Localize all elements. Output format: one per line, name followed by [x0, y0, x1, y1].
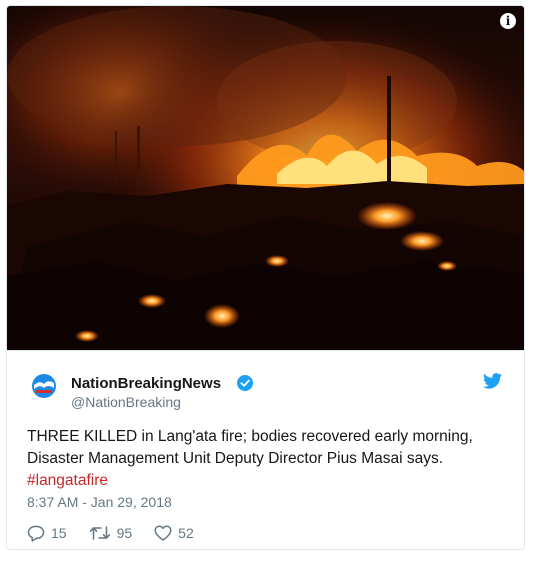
reply-icon: [27, 525, 45, 542]
retweet-button[interactable]: 95: [89, 525, 133, 541]
media-info-button[interactable]: i: [500, 13, 516, 29]
tweet-text-line: THREE KILLED in Lang'ata fire; bodies re…: [27, 428, 473, 445]
like-button[interactable]: 52: [154, 525, 194, 541]
display-name[interactable]: NationBreakingNews: [71, 375, 221, 392]
twitter-bird-icon[interactable]: [483, 373, 502, 389]
reply-count: 15: [51, 525, 67, 541]
timestamp-link[interactable]: 8:37 AM - Jan 29, 2018: [27, 494, 172, 510]
tweet-photo[interactable]: [7, 6, 524, 350]
tweet-card[interactable]: i NationBreakingNews @NationBreaking THR…: [6, 5, 525, 550]
heart-icon: [154, 525, 172, 541]
like-count: 52: [178, 525, 194, 541]
retweet-count: 95: [116, 525, 133, 541]
user-handle[interactable]: @NationBreaking: [71, 394, 181, 410]
info-icon: i: [505, 14, 511, 28]
retweet-icon: [89, 526, 110, 540]
verified-badge-icon: [237, 375, 253, 391]
tweet-text: THREE KILLED in Lang'ata fire; bodies re…: [27, 426, 507, 492]
tweet-text-line: Disaster Management Unit Deputy Director…: [27, 450, 444, 467]
avatar[interactable]: [30, 372, 58, 400]
reply-button[interactable]: 15: [27, 525, 67, 542]
tweet-body: NationBreakingNews @NationBreaking THREE…: [7, 350, 524, 549]
action-bar: 15 95 52: [27, 523, 216, 543]
hashtag-link[interactable]: #langatafire: [27, 470, 507, 492]
